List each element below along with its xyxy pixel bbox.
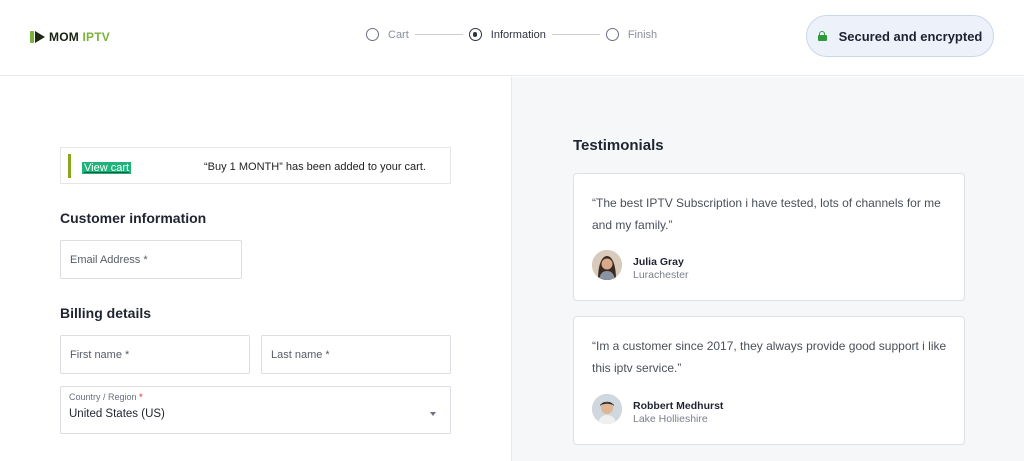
testimonial-location: Lake Hollieshire bbox=[633, 413, 708, 425]
required-marker: * bbox=[139, 392, 143, 402]
step-label: Finish bbox=[627, 28, 658, 41]
email-field[interactable]: Email Address * bbox=[60, 240, 242, 279]
country-select[interactable]: Country / Region * United States (US) bbox=[60, 386, 451, 434]
step-circle-icon bbox=[605, 28, 619, 41]
testimonial-author: Robbert Medhurst bbox=[633, 400, 724, 412]
site-logo[interactable]: MOM IPTV bbox=[30, 30, 110, 44]
logo-prefix: MOM bbox=[49, 30, 79, 44]
logo-text: MOM IPTV bbox=[49, 30, 110, 44]
testimonial-card: “The best IPTV Subscription i have teste… bbox=[573, 173, 965, 301]
testimonials-title: Testimonials bbox=[573, 137, 664, 154]
step-label: Information bbox=[490, 28, 546, 41]
view-cart-link[interactable]: View cart bbox=[82, 162, 132, 174]
logo-accent: IPTV bbox=[82, 30, 110, 44]
step-label: Cart bbox=[388, 28, 409, 41]
first-name-field[interactable]: First name * bbox=[60, 335, 250, 374]
checkout-steps: Cart Information Finish bbox=[366, 28, 657, 41]
step-divider bbox=[414, 34, 463, 35]
last-name-placeholder: Last name * bbox=[271, 349, 330, 361]
secure-badge: Secured and encrypted bbox=[806, 15, 994, 57]
checkout-form-panel: View cart “Buy 1 MONTH” has been added t… bbox=[0, 77, 511, 461]
person-avatar-icon bbox=[592, 250, 622, 280]
chevron-down-icon bbox=[430, 412, 436, 416]
cart-notice-message: “Buy 1 MONTH” has been added to your car… bbox=[204, 161, 426, 173]
billing-details-title: Billing details bbox=[60, 305, 152, 321]
lock-icon bbox=[817, 31, 827, 41]
step-circle-active-icon bbox=[468, 28, 482, 41]
step-divider bbox=[551, 34, 600, 35]
avatar bbox=[592, 394, 622, 424]
avatar bbox=[592, 250, 622, 280]
country-label-text: Country / Region bbox=[69, 392, 137, 402]
country-label: Country / Region * bbox=[69, 392, 143, 402]
testimonial-author: Julia Gray bbox=[633, 256, 684, 268]
testimonials-panel: Testimonials “The best IPTV Subscription… bbox=[511, 77, 1024, 461]
checkout-header: MOM IPTV Cart Information Finish Secured… bbox=[0, 0, 1024, 76]
testimonial-quote: “The best IPTV Subscription i have teste… bbox=[592, 196, 941, 232]
person-avatar-icon bbox=[592, 394, 622, 424]
email-placeholder: Email Address * bbox=[70, 254, 148, 266]
country-value: United States (US) bbox=[69, 408, 165, 420]
customer-info-title: Customer information bbox=[60, 210, 207, 226]
cart-notice: View cart “Buy 1 MONTH” has been added t… bbox=[60, 147, 451, 184]
step-cart[interactable]: Cart bbox=[366, 28, 409, 41]
step-finish[interactable]: Finish bbox=[605, 28, 658, 41]
first-name-placeholder: First name * bbox=[70, 349, 130, 361]
testimonial-card: “Im a customer since 2017, they always p… bbox=[573, 316, 965, 445]
secure-badge-label: Secured and encrypted bbox=[838, 28, 983, 44]
testimonial-location: Lurachester bbox=[633, 269, 689, 281]
step-circle-icon bbox=[366, 28, 379, 41]
step-information[interactable]: Information bbox=[468, 28, 546, 41]
play-logo-icon bbox=[30, 31, 46, 43]
testimonial-quote: “Im a customer since 2017, they always p… bbox=[592, 339, 947, 375]
last-name-field[interactable]: Last name * bbox=[261, 335, 451, 374]
